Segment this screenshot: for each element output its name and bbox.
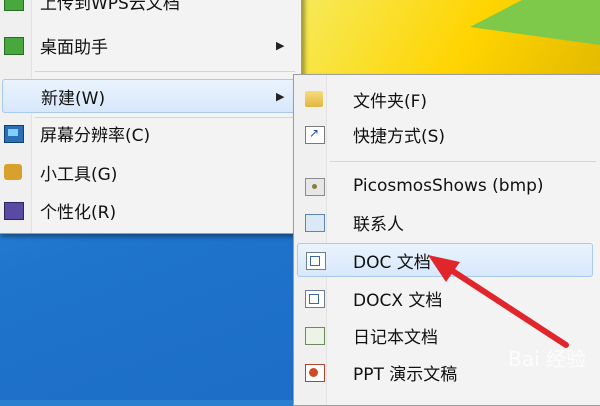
watermark: Bai 经验: [508, 347, 586, 371]
red-arrow-annotation: [428, 255, 569, 348]
